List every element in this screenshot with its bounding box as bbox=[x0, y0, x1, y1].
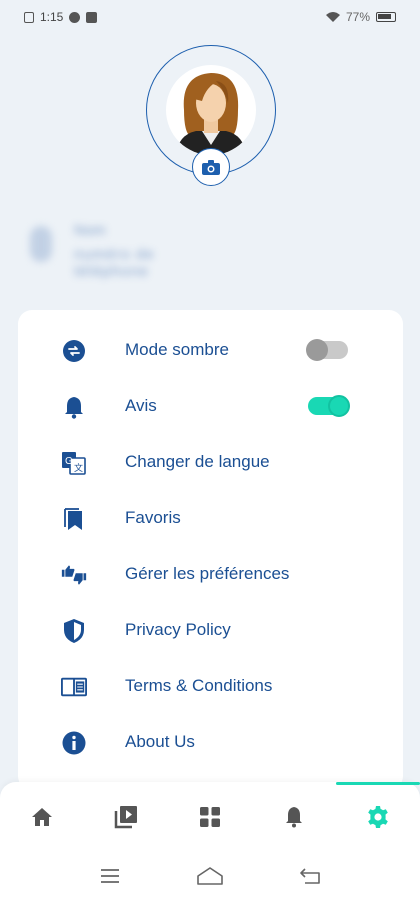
menu-label-notifications: Avis bbox=[125, 396, 157, 415]
book-icon bbox=[61, 674, 87, 700]
battery-icon bbox=[376, 12, 396, 22]
svg-text:文: 文 bbox=[74, 462, 83, 473]
profile-name: Nom bbox=[74, 222, 106, 239]
back-arrow-icon bbox=[300, 868, 320, 884]
system-nav-bar bbox=[0, 852, 420, 900]
nav-settings[interactable] bbox=[336, 782, 420, 852]
status-right: 77% bbox=[325, 10, 396, 24]
menu-label-terms: Terms & Conditions bbox=[125, 676, 273, 695]
grid-icon bbox=[200, 807, 220, 827]
menu-item-about-us[interactable]: About Us bbox=[18, 714, 403, 770]
menu-item-preferences[interactable]: Gérer les préférences bbox=[18, 546, 403, 602]
change-photo-button[interactable] bbox=[192, 148, 230, 186]
toggle-arrows-icon bbox=[61, 338, 87, 364]
profile-info-icon bbox=[30, 226, 52, 262]
menu-label-about-us: About Us bbox=[125, 732, 195, 751]
menu-item-favorites[interactable]: Favoris bbox=[18, 490, 403, 546]
profile-subtitle: numéro de téléphone bbox=[74, 246, 155, 280]
camera-icon bbox=[202, 159, 220, 175]
settings-card: Mode sombre Avis G 文 Changer de langue F… bbox=[18, 310, 403, 790]
nav-home[interactable] bbox=[0, 782, 84, 852]
sim-card-icon bbox=[24, 11, 34, 23]
home-outline-icon bbox=[197, 867, 223, 885]
media-notification-icon bbox=[86, 11, 98, 23]
svg-text:G: G bbox=[65, 456, 73, 467]
nav-categories[interactable] bbox=[168, 782, 252, 852]
notification-bell-icon bbox=[286, 807, 302, 828]
avatar[interactable] bbox=[166, 65, 256, 155]
nav-notifications[interactable] bbox=[252, 782, 336, 852]
menu-item-language[interactable]: G 文 Changer de langue bbox=[18, 434, 403, 490]
profile-info: Nom numéro de téléphone bbox=[26, 218, 226, 280]
bookmarks-icon bbox=[61, 506, 87, 532]
status-left: 1:15 bbox=[24, 10, 98, 24]
thumbs-icon bbox=[61, 562, 87, 588]
battery-percent: 77% bbox=[345, 10, 370, 24]
menu-label-dark-mode: Mode sombre bbox=[125, 340, 229, 359]
shield-icon bbox=[61, 618, 87, 644]
menu-item-dark-mode[interactable]: Mode sombre bbox=[18, 322, 403, 378]
menu-label-privacy-policy: Privacy Policy bbox=[125, 620, 231, 639]
menu-label-preferences: Gérer les préférences bbox=[125, 564, 290, 583]
avatar-illustration bbox=[176, 73, 246, 155]
translate-icon: G 文 bbox=[61, 450, 87, 476]
video-library-icon bbox=[114, 806, 137, 829]
recent-apps-button[interactable] bbox=[90, 861, 130, 891]
menu-lines-icon bbox=[101, 869, 119, 883]
settings-gear-icon bbox=[368, 806, 388, 828]
dark-mode-toggle[interactable] bbox=[306, 339, 348, 361]
menu-item-terms[interactable]: Terms & Conditions bbox=[18, 658, 403, 714]
home-system-button[interactable] bbox=[190, 861, 230, 891]
bottom-nav bbox=[0, 782, 420, 852]
menu-item-notifications[interactable]: Avis bbox=[18, 378, 403, 434]
back-button[interactable] bbox=[290, 861, 330, 891]
menu-label-favorites: Favoris bbox=[125, 508, 181, 527]
status-time: 1:15 bbox=[40, 10, 64, 24]
notifications-toggle[interactable] bbox=[308, 395, 350, 417]
home-icon bbox=[32, 808, 52, 826]
bell-icon bbox=[61, 394, 87, 420]
avatar-ring bbox=[146, 45, 276, 186]
menu-item-privacy-policy[interactable]: Privacy Policy bbox=[18, 602, 403, 658]
nav-videos[interactable] bbox=[84, 782, 168, 852]
menu-label-language: Changer de langue bbox=[125, 452, 270, 471]
info-icon bbox=[61, 730, 87, 756]
wifi-icon bbox=[325, 12, 340, 22]
notification-dot-icon bbox=[69, 11, 81, 23]
status-bar: 1:15 77% bbox=[0, 0, 420, 34]
